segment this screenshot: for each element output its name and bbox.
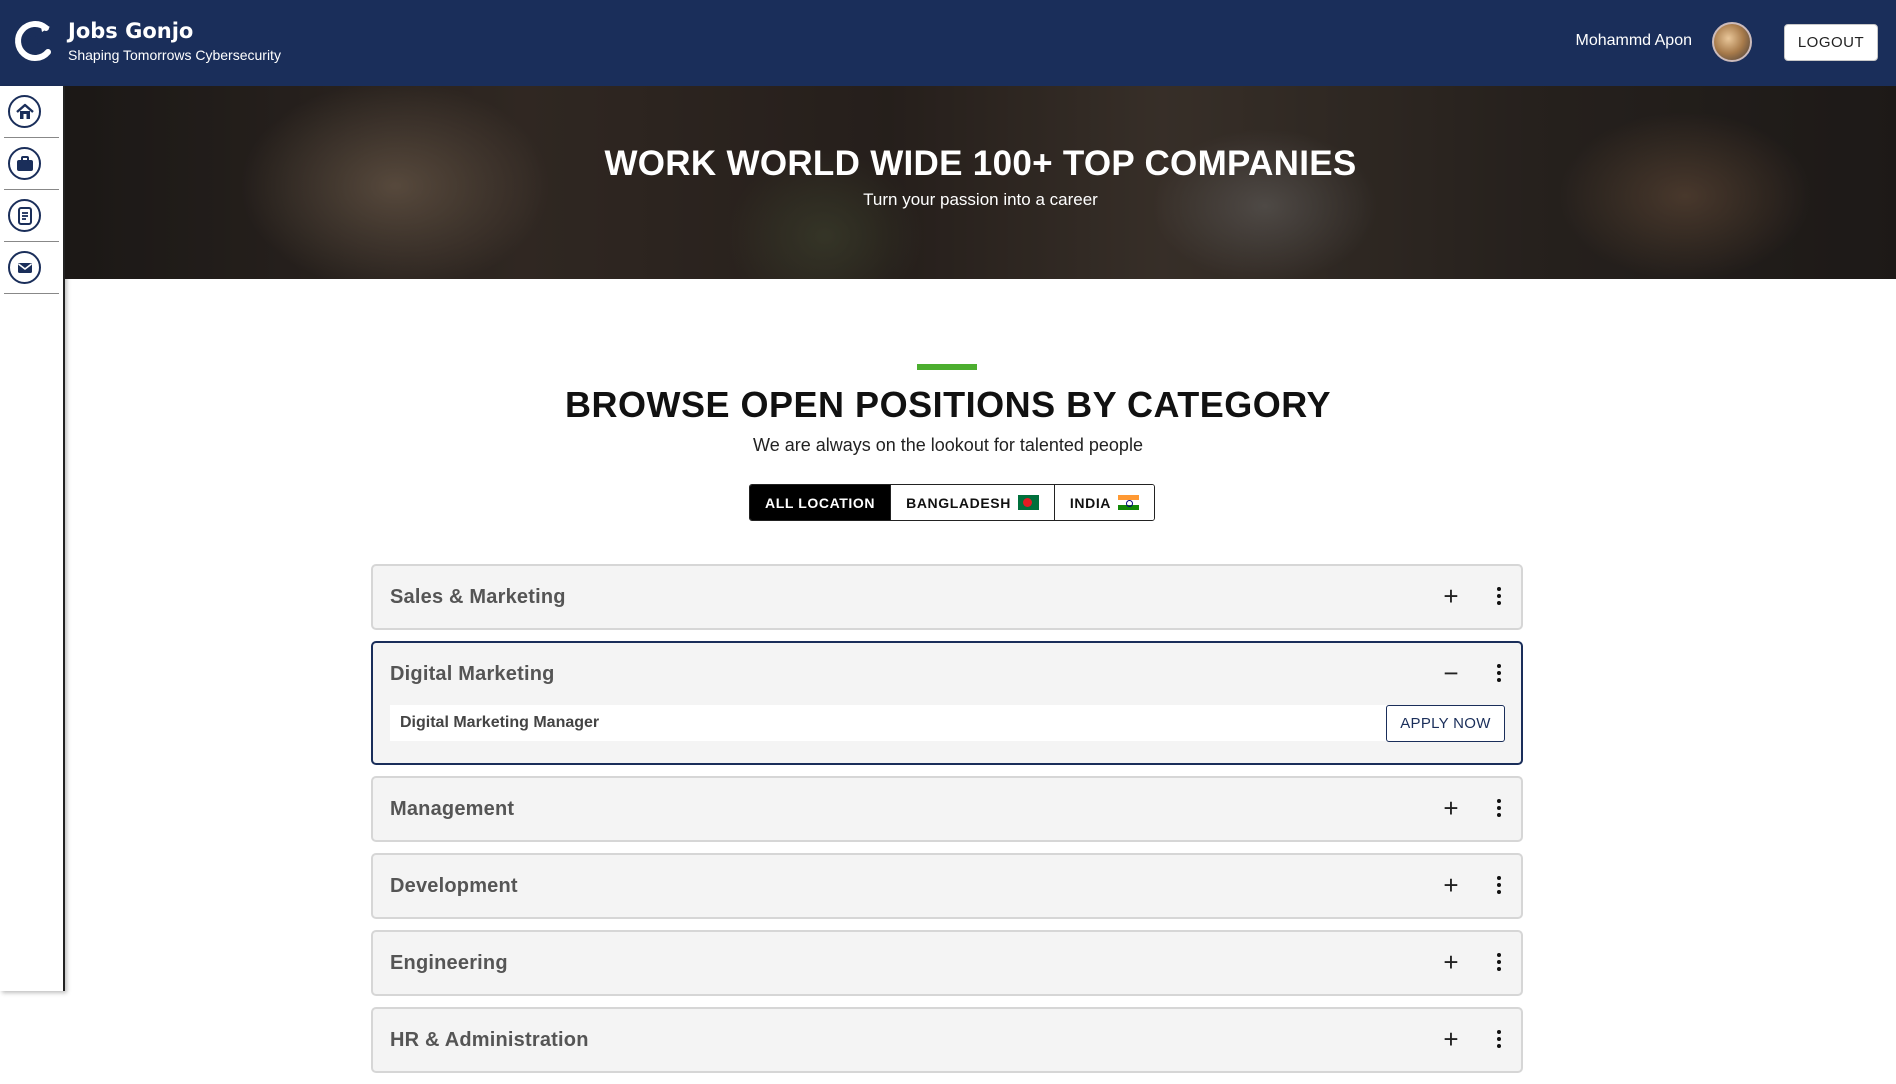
more-options-icon[interactable] — [1493, 796, 1505, 820]
category-item: Development + — [371, 853, 1523, 919]
category-title: Engineering — [390, 951, 508, 974]
briefcase-icon — [8, 147, 41, 180]
category-header[interactable]: Engineering + — [373, 932, 1521, 994]
more-options-icon[interactable] — [1493, 950, 1505, 974]
bangladesh-flag-icon — [1017, 495, 1039, 510]
category-header[interactable]: Sales & Marketing + — [373, 566, 1521, 628]
category-item: Digital Marketing − Digital Marketing Ma… — [371, 641, 1523, 765]
category-item: HR & Administration + — [371, 1007, 1523, 1073]
location-filter: ALL LOCATION BANGLADESH INDIA — [749, 484, 1156, 521]
category-item: Engineering + — [371, 930, 1523, 996]
sidebar-item-jobs[interactable] — [4, 138, 59, 190]
more-options-icon[interactable] — [1493, 584, 1505, 608]
filter-bangladesh-label: BANGLADESH — [906, 494, 1011, 511]
app-title: Jobs Gonjo — [68, 19, 194, 43]
sidebar — [0, 86, 65, 991]
brand[interactable]: Jobs Gonjo Shaping Tomorrows Cybersecuri… — [12, 18, 281, 64]
logo-icon — [15, 21, 51, 61]
sidebar-item-messages[interactable] — [4, 242, 59, 294]
avatar[interactable] — [1712, 22, 1752, 62]
collapse-icon[interactable]: − — [1439, 660, 1463, 686]
hero-title: WORK WORLD WIDE 100+ TOP COMPANIES — [604, 144, 1357, 183]
category-header[interactable]: HR & Administration + — [373, 1009, 1521, 1071]
filter-bangladesh[interactable]: BANGLADESH — [890, 485, 1054, 520]
category-title: Development — [390, 874, 518, 897]
app-subtitle: Shaping Tomorrows Cybersecurity — [68, 47, 281, 63]
india-flag-icon — [1118, 495, 1140, 510]
category-title: Sales & Marketing — [390, 585, 566, 608]
hero-banner: WORK WORLD WIDE 100+ TOP COMPANIES Turn … — [65, 86, 1896, 279]
filter-all-location[interactable]: ALL LOCATION — [750, 485, 891, 520]
document-list-icon — [8, 199, 41, 232]
sidebar-item-home[interactable] — [4, 86, 59, 138]
expand-icon[interactable]: + — [1439, 872, 1463, 898]
user-name: Mohammd Apon — [1575, 32, 1692, 49]
more-options-icon[interactable] — [1493, 873, 1505, 897]
category-title: HR & Administration — [390, 1028, 589, 1051]
job-title: Digital Marketing Manager — [400, 714, 600, 731]
section-accent-line — [917, 364, 977, 370]
category-title: Management — [390, 797, 515, 820]
filter-india[interactable]: INDIA — [1053, 485, 1155, 520]
sidebar-item-applications[interactable] — [4, 190, 59, 242]
top-navbar: Jobs Gonjo Shaping Tomorrows Cybersecuri… — [0, 0, 1896, 86]
category-header[interactable]: Development + — [373, 855, 1521, 917]
category-item: Sales & Marketing + — [371, 564, 1523, 630]
category-accordion: Sales & Marketing + Digital Marketing − … — [371, 564, 1523, 1084]
expand-icon[interactable]: + — [1439, 583, 1463, 609]
logout-button[interactable]: LOGOUT — [1784, 24, 1878, 61]
category-header[interactable]: Digital Marketing − — [373, 643, 1521, 705]
category-title: Digital Marketing — [390, 662, 555, 685]
expand-icon[interactable]: + — [1439, 1026, 1463, 1052]
section-subtitle: We are always on the lookout for talente… — [753, 435, 1143, 455]
more-options-icon[interactable] — [1493, 1027, 1505, 1051]
hero-subtitle: Turn your passion into a career — [863, 190, 1098, 209]
apply-now-button[interactable]: APPLY NOW — [1386, 704, 1505, 742]
filter-all-label: ALL LOCATION — [765, 494, 876, 511]
expand-icon[interactable]: + — [1439, 949, 1463, 975]
mail-icon — [8, 251, 41, 284]
more-options-icon[interactable] — [1493, 661, 1505, 685]
category-header[interactable]: Management + — [373, 778, 1521, 840]
category-item: Management + — [371, 776, 1523, 842]
filter-india-label: INDIA — [1069, 494, 1112, 511]
section-title: BROWSE OPEN POSITIONS BY CATEGORY — [565, 384, 1331, 425]
home-icon — [8, 95, 41, 128]
job-row: Digital Marketing Manager APPLY NOW — [390, 704, 1505, 742]
expand-icon[interactable]: + — [1439, 795, 1463, 821]
